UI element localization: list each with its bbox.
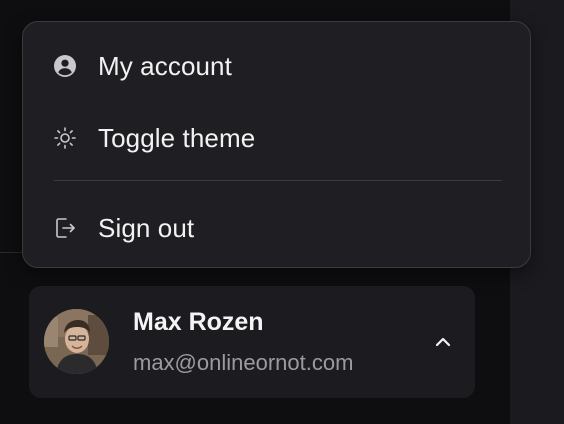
avatar xyxy=(44,309,109,374)
user-name: Max Rozen xyxy=(133,308,264,336)
menu-item-label: My account xyxy=(98,50,232,81)
menu-item-sign-out[interactable]: Sign out xyxy=(23,198,530,258)
chevron-up-icon[interactable] xyxy=(431,330,455,354)
user-dropdown-menu: My account Toggle theme Sign out xyxy=(22,21,531,268)
sidebar-divider xyxy=(0,252,22,253)
user-email: max@onlineornot.com xyxy=(133,350,354,375)
menu-item-label: Sign out xyxy=(98,212,195,243)
sign-out-icon xyxy=(53,216,77,240)
user-account-card[interactable]: Max Rozen max@onlineornot.com xyxy=(29,286,475,398)
menu-divider xyxy=(54,180,502,181)
menu-item-toggle-theme[interactable]: Toggle theme xyxy=(23,108,530,168)
app-screen: My account Toggle theme Sign out Max Roz… xyxy=(0,0,564,424)
menu-item-my-account[interactable]: My account xyxy=(23,36,530,96)
account-circle-icon xyxy=(53,54,77,78)
sun-icon xyxy=(53,126,77,150)
menu-item-label: Toggle theme xyxy=(98,122,256,153)
